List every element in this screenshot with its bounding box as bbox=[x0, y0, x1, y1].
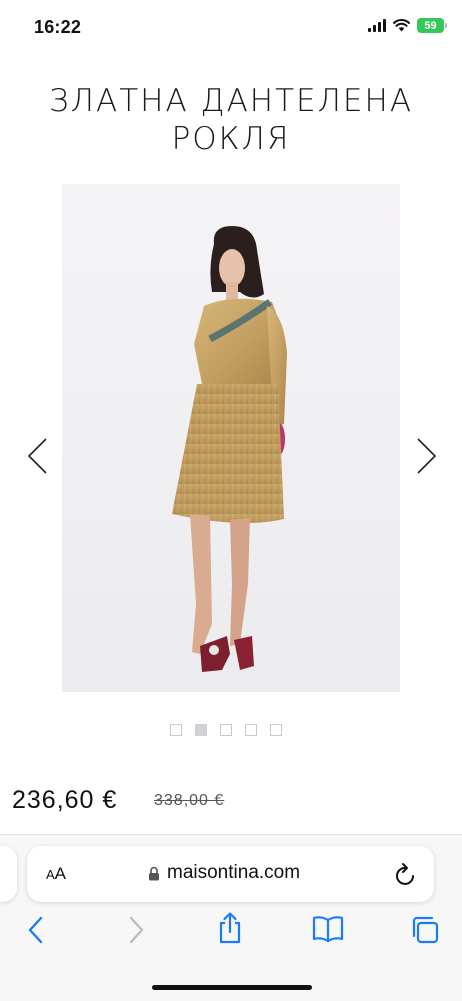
product-title-line-1: ЗЛАТНА ДАНТЕЛЕНА bbox=[48, 83, 414, 119]
back-icon[interactable] bbox=[26, 915, 46, 945]
product-title-line-2: РОКЛЯ bbox=[171, 121, 291, 157]
chevron-left-icon[interactable] bbox=[24, 436, 54, 476]
product-image[interactable] bbox=[62, 184, 400, 692]
battery-icon: 59 bbox=[417, 18, 447, 33]
home-indicator bbox=[152, 985, 312, 990]
reader-options-button[interactable]: AA bbox=[46, 864, 66, 884]
chevron-right-icon[interactable] bbox=[412, 436, 442, 476]
status-icons: 59 bbox=[368, 18, 447, 33]
share-icon[interactable] bbox=[216, 911, 244, 945]
reload-icon[interactable] bbox=[394, 861, 418, 887]
status-time: 16:22 bbox=[34, 17, 82, 37]
aa-small-letter: A bbox=[46, 867, 55, 882]
gallery-dot[interactable] bbox=[245, 724, 257, 736]
tabs-icon[interactable] bbox=[410, 915, 440, 945]
book-icon[interactable] bbox=[311, 915, 345, 943]
old-price: 338,00 € bbox=[154, 792, 225, 809]
gallery-dot-active[interactable] bbox=[195, 724, 207, 736]
wifi-icon bbox=[393, 19, 410, 32]
url-display[interactable]: maisontina.com bbox=[148, 862, 300, 884]
product-title: ЗЛАТНА ДАНТЕЛЕНА РОКЛЯ bbox=[0, 82, 462, 158]
gallery-dot[interactable] bbox=[170, 724, 182, 736]
gallery-dot[interactable] bbox=[270, 724, 282, 736]
gallery-dot[interactable] bbox=[220, 724, 232, 736]
status-bar: 16:22 59 bbox=[0, 0, 462, 56]
forward-icon[interactable] bbox=[126, 915, 146, 945]
cellular-signal-icon bbox=[368, 19, 386, 32]
current-price: 236,60 € bbox=[12, 786, 118, 814]
gallery-pagination bbox=[170, 724, 282, 736]
battery-level: 59 bbox=[424, 19, 437, 32]
browser-toolbar: AA maisontina.com bbox=[0, 834, 462, 1001]
lock-icon bbox=[149, 866, 159, 880]
previous-tab-peek[interactable] bbox=[0, 846, 17, 902]
url-text: maisontina.com bbox=[167, 862, 301, 883]
address-bar[interactable]: AA maisontina.com bbox=[27, 846, 434, 902]
dress-photo bbox=[62, 184, 400, 692]
aa-big-letter: A bbox=[54, 864, 67, 883]
browser-nav bbox=[0, 911, 462, 953]
